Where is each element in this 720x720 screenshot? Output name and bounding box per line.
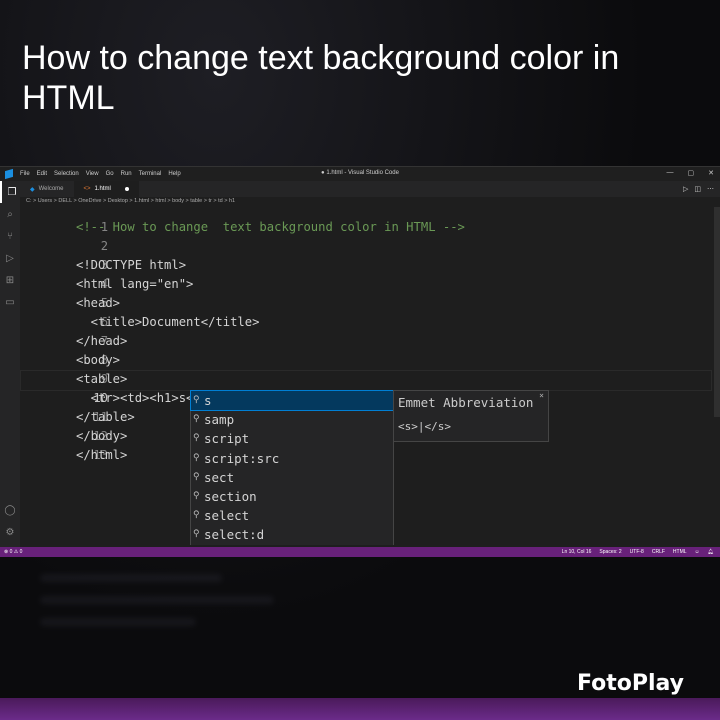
title-bar: File Edit Selection View Go Run Terminal… [0,167,720,181]
code-line-current[interactable]: 10 <tr><td><h1>s</h1></td></tr> [20,370,296,405]
maximize-button[interactable]: ▢ [688,169,695,177]
blurred-background-text [40,560,300,680]
details-header: Emmet Abbreviation [398,395,534,410]
video-title: How to change text background color in H… [22,39,620,117]
wrench-icon: ⚲ [193,510,200,521]
menu-terminal[interactable]: Terminal [139,171,162,177]
code-line[interactable]: 11 </table> [20,389,135,424]
more-actions-icon[interactable]: ⋯ [707,185,714,193]
vscode-logo-icon [5,168,13,180]
editor-actions: ▷ ◫ ⋯ [683,185,714,193]
code-line[interactable]: 13 </html> [20,427,127,462]
code-line[interactable]: 1 <!-- How to change text background colo… [20,207,465,234]
notifications-icon[interactable]: 🔔︎ [708,549,714,555]
suggestion-item[interactable]: ⚲ s [190,389,394,412]
unsaved-dot-icon[interactable] [124,187,129,191]
code-line[interactable]: 8 <body> [20,332,120,367]
minimize-button[interactable]: — [667,169,674,177]
extensions-icon[interactable]: ⊞ [0,269,20,291]
breadcrumb[interactable]: C: > Users > DELL > OneDrive > Desktop >… [26,198,235,204]
code-line[interactable]: 6 <title>Document</title> [20,294,260,329]
menu-bar: File Edit Selection View Go Run Terminal… [20,171,181,177]
encoding[interactable]: UTF-8 [630,549,644,555]
menu-help[interactable]: Help [168,171,180,177]
problems-indicator[interactable]: ⊗ 0 ⚠ 0 [4,549,22,555]
feedback-icon[interactable]: ☺ [695,549,700,555]
wrench-icon: ⚲ [193,414,200,425]
account-icon[interactable]: ◯ [0,499,20,521]
close-details-icon[interactable]: × [539,391,544,400]
code-line[interactable]: 9 <table> [20,351,127,386]
line-code: </html> [76,448,128,462]
vscode-icon: ◆ [30,186,35,193]
suggestion-item[interactable]: ⚲ script [191,429,393,448]
wrench-icon: ⚲ [193,395,200,405]
bottom-strip [0,698,720,720]
editor-scrollbar[interactable] [714,207,720,417]
code-line[interactable]: 4 <html lang="en"> [20,256,193,291]
details-content: <s>|</s> [398,420,451,433]
wrench-icon: ⚲ [193,452,200,463]
menu-edit[interactable]: Edit [37,171,47,177]
vscode-window: File Edit Selection View Go Run Terminal… [0,166,720,557]
gear-icon[interactable]: ⚙ [0,521,20,543]
explorer-icon[interactable]: ❐ [0,181,22,203]
watermark: FotoPlay [576,671,684,696]
editor-tabs: ◆ Welcome <> 1.html ▷ ◫ ⋯ [20,181,720,197]
line-ending[interactable]: CRLF [652,549,665,555]
language-mode[interactable]: HTML [673,549,687,555]
suggestion-item[interactable]: ⚲ samp [191,410,393,429]
wrench-icon: ⚲ [193,433,200,444]
split-editor-icon[interactable]: ◫ [694,185,701,193]
run-icon[interactable]: ▷ [683,185,688,193]
suggestion-details: Emmet Abbreviation <s>|</s> × [393,390,549,442]
line-code: <!-- How to change text background color… [76,220,465,234]
suggestion-item[interactable]: ⚲ sect [191,468,393,487]
html-icon: <> [83,186,91,192]
code-line[interactable]: 3 <!DOCTYPE html> [20,237,186,272]
wrench-icon: ⚲ [193,471,200,482]
code-editor[interactable]: 1 <!-- How to change text background colo… [20,207,712,545]
source-control-icon[interactable]: ⑂ [0,225,20,247]
suggestion-item[interactable]: ⚲ select [191,506,393,525]
status-bar: ⊗ 0 ⚠ 0 Ln 10, Col 16 Spaces: 2 UTF-8 CR… [0,547,720,557]
cursor-position[interactable]: Ln 10, Col 16 [562,549,592,555]
menu-run[interactable]: Run [121,171,132,177]
suggestion-item[interactable]: ⚲ section [191,487,393,506]
tab-label: 1.html [94,186,111,192]
remote-explorer-icon[interactable]: ▭ [0,291,20,313]
code-line[interactable]: 2 [20,218,108,253]
suggestion-item[interactable]: ⚲ script:src [191,449,393,468]
run-debug-icon[interactable]: ▷ [0,247,20,269]
activity-bar: ❐ ⌕ ⑂ ▷ ⊞ ▭ ◯ ⚙ [0,181,20,547]
code-line[interactable]: 12 </body> [20,408,127,443]
tab-welcome[interactable]: ◆ Welcome [20,181,74,197]
tab-1-html[interactable]: <> 1.html [73,181,139,197]
menu-selection[interactable]: Selection [54,171,79,177]
wrench-icon: ⚲ [193,529,200,540]
menu-view[interactable]: View [86,171,99,177]
window-controls: — ▢ ✕ [667,169,715,177]
menu-go[interactable]: Go [106,171,114,177]
indentation[interactable]: Spaces: 2 [599,549,621,555]
autocomplete-suggestions: ⚲ s ⚲ samp ⚲ script ⚲ script:src ⚲ sect ⚲ sect… [190,389,394,545]
menu-file[interactable]: File [20,171,30,177]
current-line-highlight [20,370,712,391]
wrench-icon: ⚲ [193,490,200,501]
code-line[interactable]: 5 <head> [20,275,120,310]
search-icon[interactable]: ⌕ [0,203,20,225]
tab-label: Welcome [38,186,64,192]
suggestion-item[interactable]: ⚲ select:d [191,525,393,544]
code-line[interactable]: 7 </head> [20,313,127,348]
close-window-button[interactable]: ✕ [708,169,714,177]
